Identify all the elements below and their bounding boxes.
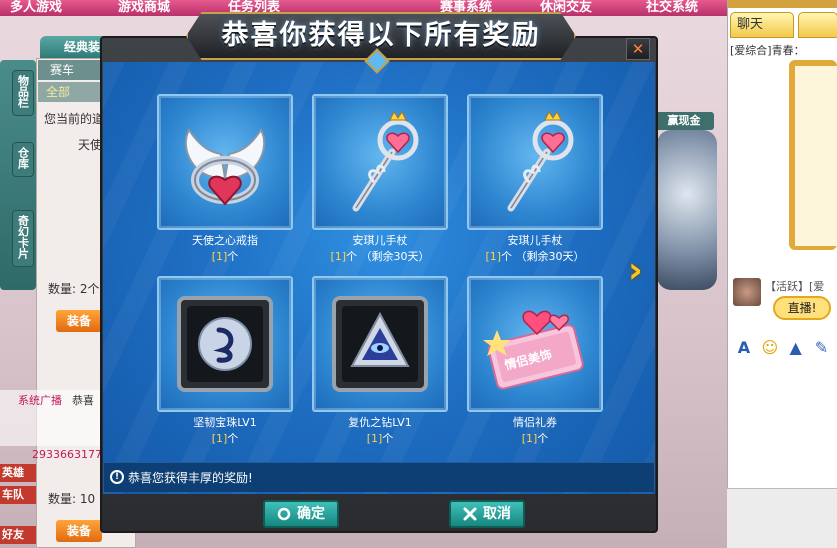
qty-value: [1]	[485, 250, 502, 263]
coupon-icon: 情侣美饰	[483, 310, 584, 390]
confirm-button[interactable]: 确定	[263, 500, 339, 528]
avatar[interactable]	[733, 278, 761, 306]
wand-icon	[507, 111, 574, 212]
current-item-label: 您当前的道	[44, 112, 105, 126]
chat-toolbar: A ☺ ▲ ✎	[733, 338, 833, 358]
chat-preview-inner	[795, 66, 837, 246]
edit-icon[interactable]: ✎	[810, 338, 832, 357]
close-button[interactable]: ✕	[626, 38, 650, 60]
item-name: 坚韧宝珠LV1	[193, 416, 257, 429]
qty-value: [1]	[366, 432, 383, 445]
qty-unit: 个	[346, 250, 358, 263]
ring-icon	[184, 128, 266, 206]
wand-icon	[352, 111, 419, 212]
nav-item-social[interactable]: 社交系统	[646, 0, 698, 15]
cash-button[interactable]: 赢现金	[654, 112, 714, 130]
tab-inventory[interactable]: 物品栏	[12, 70, 34, 116]
hat-icon[interactable]: ▲	[785, 338, 807, 357]
qty-value: [1]	[330, 250, 347, 263]
red-label-team[interactable]: 车队	[0, 486, 36, 504]
qty-extra: （剩余30天）	[515, 250, 585, 263]
equip-button[interactable]: 装备	[56, 310, 102, 332]
close-x-icon	[463, 507, 477, 521]
qty-unit: 个	[227, 432, 239, 445]
reward-item[interactable]: 安琪儿手杖 [1]个 （剩余30天）	[467, 94, 603, 263]
next-page-chevron-icon[interactable]: ›	[628, 253, 654, 289]
reward-item[interactable]: 天使之心戒指 [1]个	[157, 94, 293, 263]
qty-unit: 个	[382, 432, 394, 445]
chat-top-strip	[728, 0, 837, 8]
tab-warehouse-label: 仓库	[16, 147, 30, 169]
reward-item[interactable]: 情侣美饰 情侣礼券 [1]个	[467, 276, 603, 445]
active-user-label: 【活跃】[爱	[765, 280, 825, 293]
tab-fantasy-cards[interactable]: 奇幻卡片	[12, 210, 34, 267]
reward-item[interactable]: 安琪儿手杖 [1]个 （剩余30天）	[312, 94, 448, 263]
item-name: 安琪儿手杖	[507, 234, 563, 247]
chat-bottom-bar	[727, 488, 837, 548]
qty-value: [1]	[211, 250, 228, 263]
item-name: 安琪儿手杖	[352, 234, 408, 247]
red-label-friends[interactable]: 好友	[0, 526, 36, 544]
qty-value: [1]	[211, 432, 228, 445]
qty-unit: 个	[501, 250, 513, 263]
reward-item[interactable]: 复仇之钻LV1 [1]个	[312, 276, 448, 445]
diamond-icon	[332, 296, 428, 392]
racecar-image	[657, 130, 717, 290]
info-icon: !	[110, 470, 124, 484]
item-quantity: [1]个	[437, 430, 633, 446]
nav-item-multiplayer[interactable]: 多人游戏	[10, 0, 62, 15]
tab-chat-secondary[interactable]	[798, 12, 837, 38]
chat-tab-label: 聊天	[737, 17, 764, 32]
reward-item[interactable]: 坚韧宝珠LV1 [1]个	[157, 276, 293, 445]
equip-button-2[interactable]: 装备	[56, 520, 102, 542]
item-name: 情侣礼券	[513, 416, 557, 429]
qq-number[interactable]: 2933663177	[32, 448, 102, 461]
cancel-button[interactable]: 取消	[449, 500, 525, 528]
chat-message-line: [爱综合]青春：	[730, 44, 805, 57]
item-name: 天使之心戒指	[192, 234, 258, 247]
qty-value: [1]	[521, 432, 538, 445]
tab-chat[interactable]: 聊天	[730, 12, 794, 38]
tab-warehouse[interactable]: 仓库	[12, 142, 34, 177]
nav-item-mall[interactable]: 游戏商城	[118, 0, 170, 15]
item-name: 复仇之钻LV1	[348, 416, 412, 429]
orb-icon	[177, 296, 273, 392]
system-broadcast-label: 系统广播	[18, 394, 62, 407]
broadcast-congrats: 恭喜	[72, 394, 94, 407]
category-header[interactable]: 赛车	[38, 60, 106, 80]
qty-extra: （剩余30天）	[360, 250, 430, 263]
qty-unit: 个	[537, 432, 549, 445]
footer-note: 恭喜您获得丰厚的奖励!	[128, 471, 253, 485]
live-badge[interactable]: 直播!	[773, 296, 831, 320]
quantity-label: 数量: 2个	[48, 282, 100, 296]
font-icon[interactable]: A	[733, 338, 755, 357]
circle-icon	[277, 507, 291, 521]
red-label-hero[interactable]: 英雄	[0, 464, 36, 482]
cancel-label: 取消	[483, 506, 511, 522]
item-label: 天使	[78, 138, 103, 152]
tab-inventory-label: 物品栏	[16, 75, 30, 108]
confirm-label: 确定	[297, 506, 325, 522]
tab-cards-label: 奇幻卡片	[16, 215, 30, 259]
item-quantity: [1]个 （剩余30天）	[437, 248, 633, 264]
smile-icon[interactable]: ☺	[759, 338, 781, 357]
quantity-label-2: 数量: 10	[48, 492, 96, 506]
category-all[interactable]: 全部	[38, 82, 106, 102]
qty-unit: 个	[227, 250, 239, 263]
